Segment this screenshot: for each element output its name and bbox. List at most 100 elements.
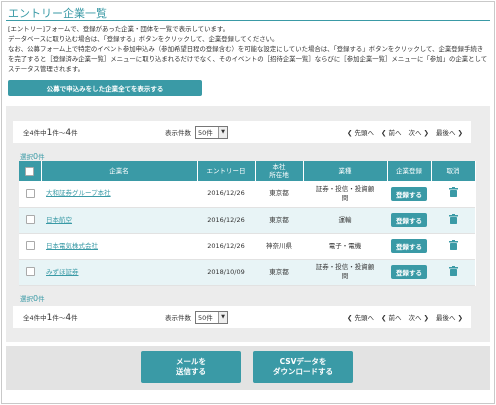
per-page-label: 表示件数 <box>165 314 191 322</box>
table-row: 大和証券グループ本社 2016/12/26 東京都 証券・投信・投資顧問 登録す… <box>19 181 475 208</box>
result-count: 全4件中1件～4件 <box>23 312 78 323</box>
entry-date: 2016/12/26 <box>197 233 255 260</box>
table-header-row: 企業名 エントリー日 本社 所在地 業種 企業登録 取消 <box>19 161 476 181</box>
col-industry[interactable]: 業種 <box>303 161 388 181</box>
selected-label: 選択 <box>20 153 33 161</box>
industry-line1: 証券・投信・投資顧 <box>315 184 375 193</box>
description-line: を完了すると［登録済み企業一覧］メニューに取り込まれるだけでなく、そのイベントの… <box>8 55 488 63</box>
industry-line2: 問 <box>341 193 349 202</box>
col-company-name[interactable]: 企業名 <box>41 161 198 181</box>
per-page-select[interactable]: 50件 ▼ <box>195 125 228 139</box>
last-label: 最後へ <box>435 314 456 322</box>
col-hq-location[interactable]: 本社 所在地 <box>255 161 304 181</box>
send-mail-button[interactable]: メールを 送信する <box>141 351 241 383</box>
prev-label: 前へ <box>388 129 402 137</box>
last-page-link[interactable]: 最後へ ❯ <box>436 127 463 137</box>
industry: 電子・電機 <box>303 233 387 260</box>
table-row: 日本電気株式会社 2016/12/26 神奈川県 電子・電機 登録する <box>19 233 475 260</box>
prev-page-link[interactable]: ❮ 前へ <box>381 312 402 322</box>
total-prefix: 全4件中 <box>23 313 47 322</box>
range-suffix: 件 <box>71 128 78 137</box>
result-count: 全4件中1件～4件 <box>23 127 78 138</box>
per-page-label: 表示件数 <box>165 129 191 137</box>
entry-date: 2016/12/26 <box>197 181 255 208</box>
pager-top: 全4件中1件～4件 表示件数 50件 ▼ ❮ 先頭へ ❮ 前へ 次へ ❯ 最後へ… <box>13 121 471 143</box>
action-bar <box>6 346 490 390</box>
hq-location: 東京都 <box>255 207 303 234</box>
show-all-applicants-button[interactable]: 公募で申込みをした企業全てを表示する <box>8 80 202 96</box>
hq-location: 東京都 <box>255 259 303 286</box>
industry: 証券・投信・投資顧問 <box>303 181 387 208</box>
per-page-control: 表示件数 50件 ▼ <box>165 310 228 324</box>
trash-icon[interactable] <box>448 265 458 279</box>
hq-header-line2: 所在地 <box>269 171 289 179</box>
row-checkbox[interactable] <box>25 241 35 251</box>
pager-bottom: 全4件中1件～4件 表示件数 50件 ▼ ❮ 先頭へ ❮ 前へ 次へ ❯ 最後へ… <box>13 306 471 328</box>
col-entry-date[interactable]: エントリー日 <box>197 161 256 181</box>
trash-icon[interactable] <box>448 239 458 253</box>
per-page-value: 50件 <box>198 129 213 137</box>
industry-line2: 問 <box>341 272 349 280</box>
pagination-nav: ❮ 先頭へ ❮ 前へ 次へ ❯ 最後へ ❯ <box>347 127 463 137</box>
register-button[interactable]: 登録する <box>391 186 427 201</box>
prev-page-link[interactable]: ❮ 前へ <box>381 127 402 137</box>
caret-down-icon: ▼ <box>218 126 227 138</box>
row-checkbox[interactable] <box>25 215 35 225</box>
industry-line1: 電子・電機 <box>328 241 362 250</box>
trash-icon[interactable] <box>448 213 458 227</box>
row-checkbox[interactable] <box>25 189 35 198</box>
selected-label: 選択 <box>20 295 33 303</box>
first-label: 先頭へ <box>354 129 374 137</box>
chevron-right-icon: ❯ <box>421 314 429 322</box>
row-checkbox[interactable] <box>25 267 35 277</box>
register-button[interactable]: 登録する <box>391 239 427 253</box>
company-name-link[interactable]: みずほ証券 <box>46 268 79 276</box>
table-row: みずほ証券 2018/10/09 東京都 証券・投信・投資顧問 登録する <box>19 259 475 286</box>
first-page-link[interactable]: ❮ 先頭へ <box>347 127 374 137</box>
select-all-header <box>19 161 42 181</box>
hq-header-line1: 本社 <box>272 163 286 171</box>
industry-line1: 運輸 <box>338 215 352 224</box>
selected-unit: 件 <box>38 295 45 303</box>
description-line: ステータス管理されます。 <box>8 65 85 73</box>
first-label: 先頭へ <box>354 314 374 322</box>
trash-icon[interactable] <box>448 187 458 200</box>
per-page-select[interactable]: 50件 ▼ <box>195 310 228 324</box>
next-page-link[interactable]: 次へ ❯ <box>408 127 429 137</box>
company-name-link[interactable]: 日本電気株式会社 <box>46 242 98 250</box>
hq-location: 東京都 <box>255 181 303 208</box>
register-button[interactable]: 登録する <box>391 213 427 227</box>
hq-location: 神奈川県 <box>255 233 303 260</box>
description-line: なお、公募フォーム上で特定のイベント参加申込み（参加希望日程の登録含む）を可能な… <box>8 45 484 53</box>
entry-date: 2018/10/09 <box>197 259 255 286</box>
entry-company-table: 企業名 エントリー日 本社 所在地 業種 企業登録 取消 大和証券グループ本社 2… <box>19 161 476 286</box>
chevron-right-icon: ❯ <box>455 314 463 322</box>
first-page-link[interactable]: ❮ 先頭へ <box>347 312 374 322</box>
pagination-nav: ❮ 先頭へ ❮ 前へ 次へ ❯ 最後へ ❯ <box>347 312 463 322</box>
selected-count: 選択0件 <box>20 151 45 161</box>
range-mid: 件～ <box>52 313 66 322</box>
next-label: 次へ <box>408 314 422 322</box>
entry-date: 2016/12/26 <box>197 207 255 234</box>
page-title: エントリー企業一覧 <box>8 7 107 20</box>
last-page-link[interactable]: 最後へ ❯ <box>436 312 463 322</box>
industry-line1: 証券・投信・投資顧 <box>315 263 375 271</box>
description-line: データベースに取り込む場合は、「登録する」ボタンをクリックして、企業登録してくだ… <box>8 35 279 43</box>
per-page-value: 50件 <box>198 314 213 322</box>
download-csv-button[interactable]: CSVデータを ダウンロードする <box>253 351 353 383</box>
selected-count-bottom: 選択0件 <box>20 293 45 303</box>
company-name-link[interactable]: 大和証券グループ本社 <box>46 189 111 197</box>
range-mid: 件～ <box>52 128 66 137</box>
table-row: 日本航空 2016/12/26 東京都 運輸 登録する <box>19 207 475 234</box>
range-suffix: 件 <box>71 313 78 322</box>
industry: 運輸 <box>303 207 387 234</box>
register-button[interactable]: 登録する <box>391 265 427 279</box>
company-name-link[interactable]: 日本航空 <box>46 216 72 224</box>
next-page-link[interactable]: 次へ ❯ <box>408 312 429 322</box>
chevron-right-icon: ❯ <box>421 129 429 137</box>
last-label: 最後へ <box>435 129 456 137</box>
selected-unit: 件 <box>38 153 45 161</box>
caret-down-icon: ▼ <box>218 311 227 323</box>
title-divider <box>6 20 490 21</box>
select-all-checkbox[interactable] <box>25 166 35 176</box>
